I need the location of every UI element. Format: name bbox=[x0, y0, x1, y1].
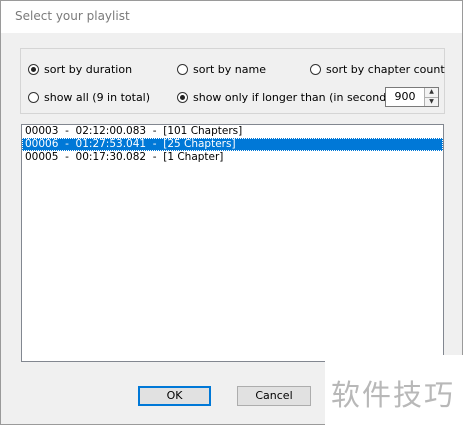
stepper-down-icon[interactable]: ▼ bbox=[425, 96, 438, 106]
min-duration-stepper[interactable]: 900 ▲ ▼ bbox=[385, 87, 439, 107]
radio-button-icon bbox=[177, 64, 188, 75]
radio-button-icon bbox=[28, 64, 39, 75]
radio-label: show only if longer than (in seconds) bbox=[193, 91, 397, 104]
radio-button-icon bbox=[310, 64, 321, 75]
radio-label: sort by duration bbox=[44, 63, 133, 76]
ok-button[interactable]: OK bbox=[138, 386, 211, 406]
window-title: Select your playlist bbox=[15, 9, 130, 23]
radio-label: show all (9 in total) bbox=[44, 91, 151, 104]
playlist-item[interactable]: 00003 - 02:12:00.083 - [101 Chapters] bbox=[22, 125, 443, 138]
radio-label: sort by name bbox=[193, 63, 266, 76]
radio-button-icon bbox=[28, 92, 39, 103]
radio-button-icon bbox=[177, 92, 188, 103]
options-group bbox=[20, 48, 445, 114]
radio-sort-by-chapter-count[interactable]: sort by chapter count bbox=[310, 63, 445, 76]
radio-show-all[interactable]: show all (9 in total) bbox=[28, 91, 150, 104]
cancel-button[interactable]: Cancel bbox=[237, 386, 311, 406]
radio-sort-by-name[interactable]: sort by name bbox=[177, 63, 266, 76]
stepper-buttons: ▲ ▼ bbox=[424, 88, 438, 106]
radio-show-longer-than[interactable]: show only if longer than (in seconds) bbox=[177, 91, 396, 104]
playlist-list[interactable]: 00003 - 02:12:00.083 - [101 Chapters] 00… bbox=[21, 124, 444, 362]
watermark-text: 软件技巧 bbox=[331, 378, 456, 412]
radio-sort-by-duration[interactable]: sort by duration bbox=[28, 63, 132, 76]
stepper-up-icon[interactable]: ▲ bbox=[425, 88, 438, 97]
playlist-item[interactable]: 00005 - 00:17:30.082 - [1 Chapter] bbox=[22, 151, 443, 164]
title-bar: Select your playlist bbox=[1, 1, 462, 33]
radio-label: sort by chapter count bbox=[326, 63, 445, 76]
min-duration-value[interactable]: 900 bbox=[386, 88, 424, 106]
playlist-item-selected[interactable]: 00006 - 01:27:53.041 - [25 Chapters] bbox=[22, 138, 443, 151]
